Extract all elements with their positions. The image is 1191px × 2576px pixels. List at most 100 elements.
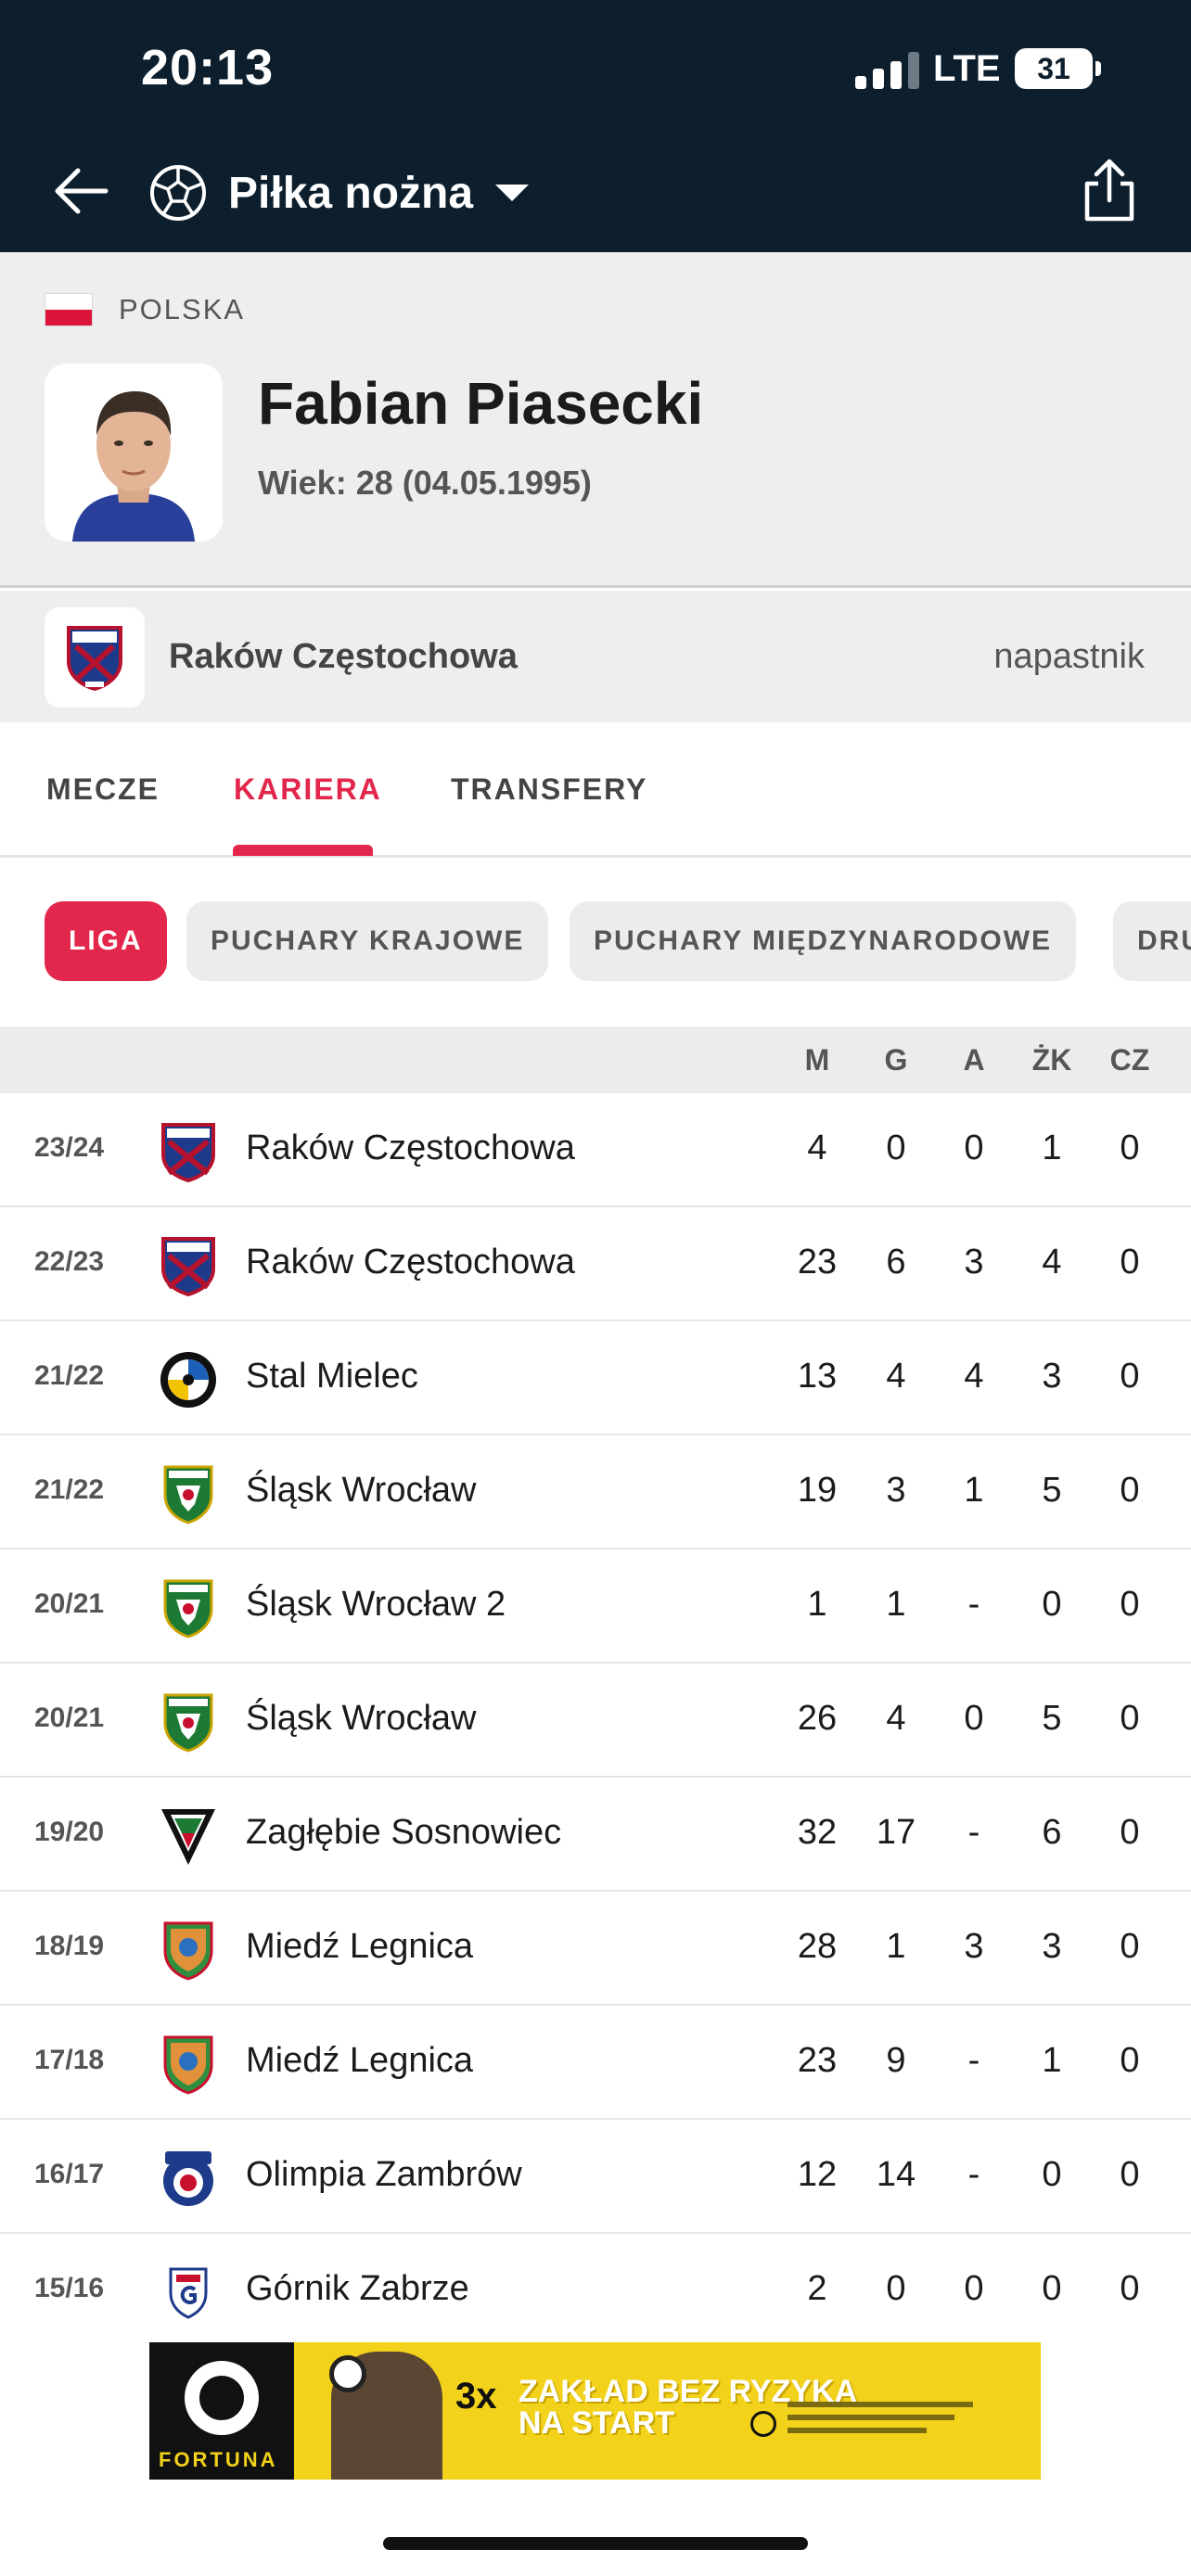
career-table: 23/24 Raków Częstochowa 4 0 0 1 0 22/23 … [0,1093,1191,2348]
club-name: Śląsk Wrocław [246,1471,477,1510]
yellow-cards-value: 4 [1042,1243,1062,1282]
red-cards-value: 0 [1120,2269,1140,2308]
assists-value: - [967,1585,980,1624]
player-age: Wiek: 28 (04.05.1995) [258,464,592,502]
assists-value: 0 [964,2269,984,2308]
matches-value: 26 [797,1699,838,1738]
goals-value: 6 [886,1243,906,1282]
matches-value: 12 [797,2155,838,2194]
yellow-cards-value: 0 [1042,1585,1062,1624]
column-cz: CZ [1109,1043,1150,1077]
yellow-cards-value: 5 [1042,1471,1062,1510]
fortuna-ring-icon [185,2361,259,2435]
battery-icon: 31 [1015,48,1093,89]
red-cards-value: 0 [1120,1471,1140,1510]
yellow-cards-value: 1 [1042,1129,1062,1167]
miedz-crest-icon [158,2034,219,2095]
club-name: Stal Mielec [246,1357,418,1396]
goals-value: 14 [876,2155,916,2194]
active-tab-indicator [233,845,373,856]
club-name: Górnik Zabrze [246,2269,469,2308]
column-m: M [804,1043,830,1077]
battery-level: 31 [1037,51,1070,85]
player-country: POLSKA [119,293,246,325]
tab-transfery[interactable]: TRANSFERY [451,772,647,807]
back-button[interactable] [48,158,115,224]
zaglebie-crest-icon [158,1805,219,1867]
ad-banner[interactable]: FORTUNA 3x Zakład bez ryzyka na start [149,2342,1041,2480]
table-row[interactable]: 20/21 Śląsk Wrocław 2 1 1 - 0 0 [0,1549,1191,1664]
rakow-crest-icon [67,626,122,691]
assists-value: 3 [964,1243,984,1282]
filter-liga[interactable]: LIGA [45,901,167,981]
goals-value: 3 [886,1471,906,1510]
assists-value: - [967,1813,980,1852]
red-cards-value: 0 [1120,2155,1140,2194]
network-type: LTE [933,48,1001,89]
table-row[interactable]: 19/20 Zagłębie Sosnowiec 32 17 - 6 0 [0,1778,1191,1892]
matches-value: 4 [807,1129,827,1167]
olimpia-crest-icon [158,2148,219,2209]
poland-flag-icon [45,293,93,326]
yellow-cards-value: 0 [1042,2269,1062,2308]
slask-crest-icon [158,1463,219,1524]
sport-selector[interactable]: Piłka nożna [148,156,531,230]
gornik-crest-icon [158,2262,219,2323]
ad-ball-icon [329,2355,366,2392]
filter-puchary-miedzynarodowe[interactable]: PUCHARY MIĘDZYNARODOWE [570,901,1077,981]
goals-value: 4 [886,1699,906,1738]
tab-kariera[interactable]: KARIERA [234,772,382,807]
table-row[interactable]: 15/16 Górnik Zabrze 2 0 0 0 0 [0,2234,1191,2348]
table-row[interactable]: 21/22 Śląsk Wrocław 19 3 1 5 0 [0,1435,1191,1549]
table-row[interactable]: 17/18 Miedź Legnica 23 9 - 1 0 [0,2006,1191,2120]
season: 18/19 [34,1931,105,1961]
season: 21/22 [34,1474,105,1505]
matches-value: 28 [797,1927,838,1966]
red-cards-value: 0 [1120,2041,1140,2080]
red-cards-value: 0 [1120,1243,1140,1282]
table-row[interactable]: 20/21 Śląsk Wrocław 26 4 0 5 0 [0,1664,1191,1778]
table-row[interactable]: 22/23 Raków Częstochowa 23 6 3 4 0 [0,1207,1191,1321]
table-row[interactable]: 23/24 Raków Częstochowa 4 0 0 1 0 [0,1093,1191,1207]
red-cards-value: 0 [1120,1927,1140,1966]
yellow-cards-value: 6 [1042,1813,1062,1852]
matches-value: 2 [807,2269,827,2308]
club-name: Miedź Legnica [246,1927,474,1966]
club-name: Śląsk Wrocław 2 [246,1585,506,1624]
ad-brand: FORTUNA [159,2448,278,2471]
table-row[interactable]: 21/22 Stal Mielec 13 4 4 3 0 [0,1321,1191,1435]
current-team[interactable]: Raków Częstochowa napastnik [0,591,1191,722]
table-row[interactable]: 18/19 Miedź Legnica 28 1 3 3 0 [0,1892,1191,2006]
table-row[interactable]: 16/17 Olimpia Zambrów 12 14 - 0 0 [0,2120,1191,2234]
yellow-cards-value: 1 [1042,2041,1062,2080]
share-button[interactable] [1076,156,1143,226]
season: 22/23 [34,1246,105,1277]
assists-value: 4 [964,1357,984,1396]
filter-puchary-krajowe[interactable]: PUCHARY KRAJOWE [186,901,549,981]
assists-value: 3 [964,1927,984,1966]
yellow-cards-value: 3 [1042,1357,1062,1396]
ad-fine-print [788,2415,954,2420]
club-name: Zagłębie Sosnowiec [246,1813,562,1852]
red-cards-value: 0 [1120,1585,1140,1624]
matches-value: 19 [797,1471,838,1510]
filter-dru[interactable]: DRU [1113,901,1191,981]
tab-mecze[interactable]: MECZE [46,772,160,807]
matches-value: 1 [807,1585,827,1624]
goals-value: 17 [876,1813,916,1852]
ad-multiplier: 3x [455,2376,497,2417]
assists-value: - [967,2155,980,2194]
goals-value: 0 [886,1129,906,1167]
goals-value: 9 [886,2041,906,2080]
assists-value: 0 [964,1699,984,1738]
season: 15/16 [34,2273,105,2303]
player-header: POLSKA Fabian Piasecki Wiek: 28 (04.05.1… [0,252,1191,588]
season: 17/18 [34,2045,105,2075]
club-name: Raków Częstochowa [246,1129,575,1167]
battery-tip [1095,61,1101,76]
red-cards-value: 0 [1120,1813,1140,1852]
signal-icon [855,52,919,89]
goals-value: 1 [886,1927,906,1966]
slask-crest-icon [158,1577,219,1639]
red-cards-value: 0 [1120,1699,1140,1738]
